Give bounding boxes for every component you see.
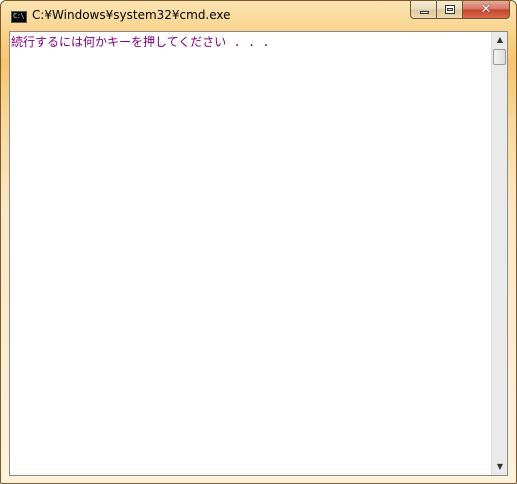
window-title: C:¥Windows¥system32¥cmd.exe (32, 8, 231, 22)
scroll-thumb[interactable] (493, 49, 506, 65)
minimize-icon (420, 11, 429, 14)
maximize-button[interactable] (437, 1, 463, 19)
scroll-down-arrow-icon[interactable]: ▼ (492, 459, 508, 475)
close-icon: ✕ (480, 2, 492, 17)
console-app-icon[interactable]: C:\ (11, 11, 27, 23)
console-client-area: 続行するには何かキーを押してください . . . ▲ ▼ (9, 31, 508, 476)
app-icon-text: C:\ (13, 12, 25, 20)
console-output[interactable]: 続行するには何かキーを押してください . . . (10, 32, 491, 475)
scroll-up-arrow-icon[interactable]: ▲ (492, 32, 508, 48)
caption-buttons: ✕ (410, 1, 510, 21)
cmd-window: C:\ C:¥Windows¥system32¥cmd.exe ✕ 続行するには… (0, 0, 517, 484)
vertical-scrollbar[interactable]: ▲ ▼ (491, 32, 507, 475)
console-line: 続行するには何かキーを押してください . . . (11, 35, 270, 49)
maximize-icon (445, 5, 455, 14)
close-button[interactable]: ✕ (463, 1, 510, 19)
minimize-button[interactable] (410, 1, 437, 19)
title-bar[interactable]: C:\ C:¥Windows¥system32¥cmd.exe ✕ (1, 1, 516, 31)
